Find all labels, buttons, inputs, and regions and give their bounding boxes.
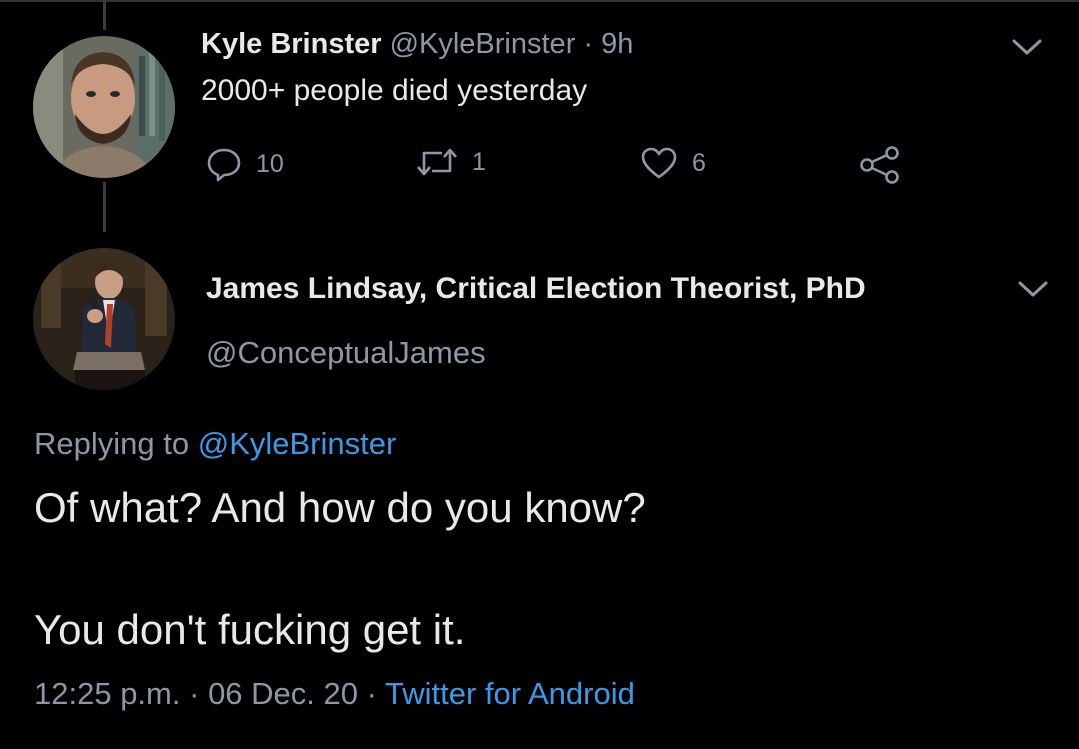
tweet-text-line: You don't fucking get it.: [34, 606, 466, 653]
share-icon[interactable]: [858, 145, 902, 185]
thread-connector: [103, 0, 106, 30]
author-handle[interactable]: @ConceptualJames: [206, 335, 486, 371]
author-handle[interactable]: @KyleBrinster: [390, 28, 576, 60]
retweet-icon: [417, 148, 457, 176]
separator: ·: [366, 676, 377, 711]
tweet-text-line: Of what? And how do you know?: [34, 484, 646, 531]
chevron-down-icon[interactable]: [1016, 278, 1050, 300]
separator: ·: [583, 28, 594, 60]
tweet-meta: 12:25 p.m. · 06 Dec. 20 · Twitter for An…: [34, 676, 635, 712]
replying-prefix: Replying to: [34, 426, 190, 461]
like-button[interactable]: 6: [640, 146, 706, 180]
chevron-down-icon[interactable]: [1010, 36, 1044, 58]
retweet-button[interactable]: 1: [416, 146, 486, 178]
reply-icon: [207, 148, 241, 182]
retweet-count: 1: [472, 147, 486, 176]
avatar[interactable]: [33, 36, 175, 178]
avatar-photo: [33, 36, 175, 178]
replying-handle-link[interactable]: @KyleBrinster: [198, 426, 397, 461]
timestamp[interactable]: 9h: [601, 28, 633, 60]
tweet-header: Kyle Brinster @KyleBrinster · 9h: [201, 28, 633, 61]
like-count: 6: [692, 148, 706, 177]
avatar-photo: [33, 248, 175, 390]
reply-button[interactable]: 10: [206, 146, 284, 182]
separator: ·: [189, 676, 200, 711]
replying-to: Replying to @KyleBrinster: [34, 426, 396, 462]
tweet-time: 12:25 p.m.: [34, 676, 181, 711]
avatar[interactable]: [33, 248, 175, 390]
client-link[interactable]: Twitter for Android: [385, 676, 635, 711]
author-name[interactable]: Kyle Brinster: [201, 28, 382, 60]
tweet-text: 2000+ people died yesterday: [201, 74, 588, 107]
top-divider: [0, 0, 1079, 2]
author-name[interactable]: James Lindsay, Critical Election Theoris…: [206, 272, 866, 306]
reply-count: 10: [256, 149, 284, 178]
thread-connector: [103, 182, 106, 232]
tweet-date: 06 Dec. 20: [208, 676, 358, 711]
like-icon: [641, 147, 677, 179]
